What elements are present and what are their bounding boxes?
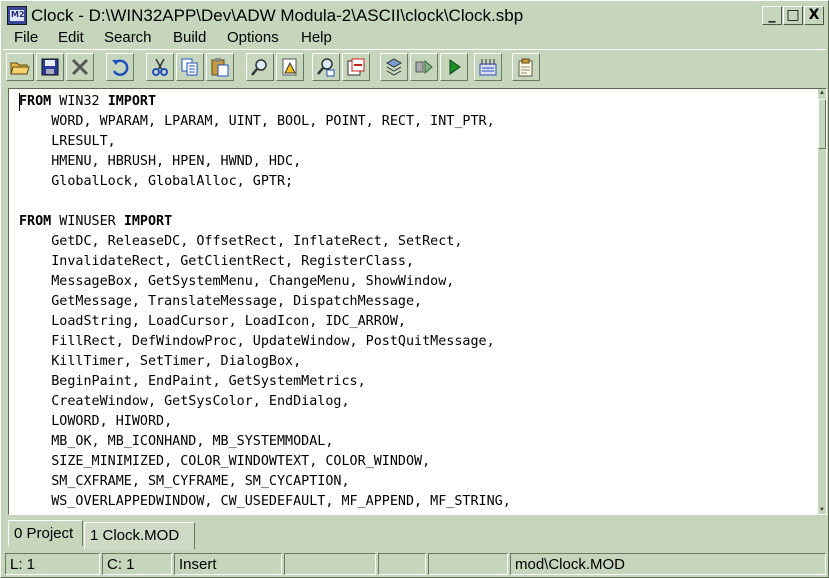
menu-build[interactable]: Build — [173, 29, 206, 46]
code-line[interactable]: HMENU, HBRUSH, HPEN, HWND, HDC, — [19, 152, 511, 172]
project-icon[interactable] — [512, 53, 540, 81]
code-line[interactable] — [19, 192, 511, 212]
toolbar — [3, 49, 826, 84]
tab-clock-mod[interactable]: 1 Clock.MOD — [84, 522, 195, 549]
keyword-token: IMPORT — [107, 94, 157, 109]
find-icon[interactable] — [246, 53, 274, 81]
maximize-button[interactable]: □ — [783, 6, 803, 25]
keyword-token: FROM — [19, 94, 52, 109]
code-token: CreateWindow, GetSysColor, EndDialog, — [19, 394, 350, 409]
status-column: C: 1 — [102, 553, 172, 575]
menu-help[interactable]: Help — [301, 29, 332, 46]
code-line[interactable]: MessageBox, GetSystemMenu, ChangeMenu, S… — [19, 272, 511, 292]
cut-scissors-icon[interactable] — [146, 53, 174, 81]
code-line[interactable]: GetMessage, TranslateMessage, DispatchMe… — [19, 292, 511, 312]
code-token: GetDC, ReleaseDC, OffsetRect, InflateRec… — [19, 234, 463, 249]
window-title: Clock - D:\WIN32APP\Dev\ADW Modula-2\ASC… — [31, 6, 524, 25]
code-token: LOWORD, HIWORD, — [19, 414, 173, 429]
code-line[interactable]: LoadString, LoadCursor, LoadIcon, IDC_AR… — [19, 312, 511, 332]
menu-file[interactable]: File — [14, 29, 38, 46]
code-line[interactable]: CreateWindow, GetSysColor, EndDialog, — [19, 392, 511, 412]
code-token: WIN32 — [51, 94, 108, 109]
goto-icon[interactable] — [342, 53, 370, 81]
code-line[interactable]: FROM WIN32 IMPORT — [19, 92, 511, 112]
status-bar: L: 1 C: 1 Insert mod\Clock.MOD — [3, 553, 828, 576]
status-line: L: 1 — [5, 553, 100, 575]
code-token: FillRect, DefWindowProc, UpdateWindow, P… — [19, 334, 495, 349]
status-file: mod\Clock.MOD — [510, 553, 826, 575]
code-line[interactable]: MB_OK, MB_ICONHAND, MB_SYSTEMMODAL, — [19, 432, 511, 452]
find-in-files-icon[interactable] — [276, 53, 304, 81]
code-token: LRESULT, — [19, 134, 116, 149]
scroll-thumb[interactable] — [818, 99, 826, 149]
code-line[interactable]: FROM WINUSER IMPORT — [19, 212, 511, 232]
code-token: WORD, WPARAM, LPARAM, UINT, BOOL, POINT,… — [19, 114, 495, 129]
code-token: MessageBox, GetSystemMenu, ChangeMenu, S… — [19, 274, 455, 289]
code-token: LoadString, LoadCursor, LoadIcon, IDC_AR… — [19, 314, 406, 329]
menu-search[interactable]: Search — [104, 29, 152, 46]
keyword-token: FROM — [19, 214, 52, 229]
undo-icon[interactable] — [106, 53, 134, 81]
code-line[interactable]: BeginPaint, EndPaint, GetSystemMetrics, — [19, 372, 511, 392]
code-line[interactable]: FillRect, DefWindowProc, UpdateWindow, P… — [19, 332, 511, 352]
document-tabs: 0 Project 1 Clock.MOD — [8, 520, 827, 549]
code-line[interactable]: SM_CXFRAME, SM_CYFRAME, SM_CYCAPTION, — [19, 472, 511, 492]
close-button[interactable]: X — [804, 6, 824, 25]
paste-icon[interactable] — [206, 53, 234, 81]
code-token: HMENU, HBRUSH, HPEN, HWND, HDC, — [19, 154, 302, 169]
code-line[interactable]: WORD, WPARAM, LPARAM, UINT, BOOL, POINT,… — [19, 112, 511, 132]
menu-bar: File Edit Search Build Options Help — [3, 28, 826, 48]
code-line[interactable]: LRESULT, — [19, 132, 511, 152]
code-token: BeginPaint, EndPaint, GetSystemMetrics, — [19, 374, 366, 389]
code-token: GlobalLock, GlobalAlloc, GPTR; — [19, 174, 294, 189]
status-cell-5 — [378, 553, 426, 575]
compile-icon[interactable] — [380, 53, 408, 81]
copy-icon[interactable] — [176, 53, 204, 81]
keyword-token: IMPORT — [123, 214, 173, 229]
title-bar[interactable]: Clock - D:\WIN32APP\Dev\ADW Modula-2\ASC… — [3, 4, 826, 28]
code-line[interactable]: LOWORD, HIWORD, — [19, 412, 511, 432]
save-disk-icon[interactable] — [36, 53, 64, 81]
main-window: Clock - D:\WIN32APP\Dev\ADW Modula-2\ASC… — [0, 0, 829, 578]
code-line[interactable]: KillTimer, SetTimer, DialogBox, — [19, 352, 511, 372]
code-editor[interactable]: FROM WIN32 IMPORT WORD, WPARAM, LPARAM, … — [8, 88, 827, 515]
code-token: InvalidateRect, GetClientRect, RegisterC… — [19, 254, 415, 269]
menu-options[interactable]: Options — [227, 29, 279, 46]
menu-edit[interactable]: Edit — [58, 29, 84, 46]
code-line[interactable]: SIZE_MINIMIZED, COLOR_WINDOWTEXT, COLOR_… — [19, 452, 511, 472]
code-token: WINUSER — [51, 214, 124, 229]
open-folder-icon[interactable] — [6, 53, 34, 81]
code-token: WS_OVERLAPPEDWINDOW, CW_USEDEFAULT, MF_A… — [19, 494, 511, 509]
vertical-scrollbar[interactable]: ▲ ▼ — [818, 89, 826, 514]
minimize-button[interactable]: _ — [762, 6, 782, 25]
tab-project[interactable]: 0 Project — [8, 520, 83, 546]
code-line[interactable]: WS_OVERLAPPEDWINDOW, CW_USEDEFAULT, MF_A… — [19, 492, 511, 512]
build-icon[interactable] — [474, 53, 502, 81]
code-token: KillTimer, SetTimer, DialogBox, — [19, 354, 302, 369]
close-file-icon[interactable] — [66, 53, 94, 81]
code-token: MB_OK, MB_ICONHAND, MB_SYSTEMMODAL, — [19, 434, 334, 449]
status-cell-4 — [284, 553, 376, 575]
status-mode: Insert — [174, 553, 282, 575]
code-line[interactable]: GetDC, ReleaseDC, OffsetRect, InflateRec… — [19, 232, 511, 252]
replace-icon[interactable] — [312, 53, 340, 81]
code-text[interactable]: FROM WIN32 IMPORT WORD, WPARAM, LPARAM, … — [19, 92, 511, 512]
code-token: SIZE_MINIMIZED, COLOR_WINDOWTEXT, COLOR_… — [19, 454, 431, 469]
app-icon[interactable] — [7, 6, 27, 25]
scroll-down-arrow-icon[interactable]: ▼ — [819, 507, 825, 513]
run-icon[interactable] — [440, 53, 468, 81]
step-icon[interactable] — [410, 53, 438, 81]
code-line[interactable]: GlobalLock, GlobalAlloc, GPTR; — [19, 172, 511, 192]
code-token: SM_CXFRAME, SM_CYFRAME, SM_CYCAPTION, — [19, 474, 350, 489]
status-cell-6 — [428, 553, 508, 575]
code-line[interactable]: InvalidateRect, GetClientRect, RegisterC… — [19, 252, 511, 272]
scroll-up-arrow-icon[interactable]: ▲ — [819, 90, 825, 96]
code-token: GetMessage, TranslateMessage, DispatchMe… — [19, 294, 423, 309]
